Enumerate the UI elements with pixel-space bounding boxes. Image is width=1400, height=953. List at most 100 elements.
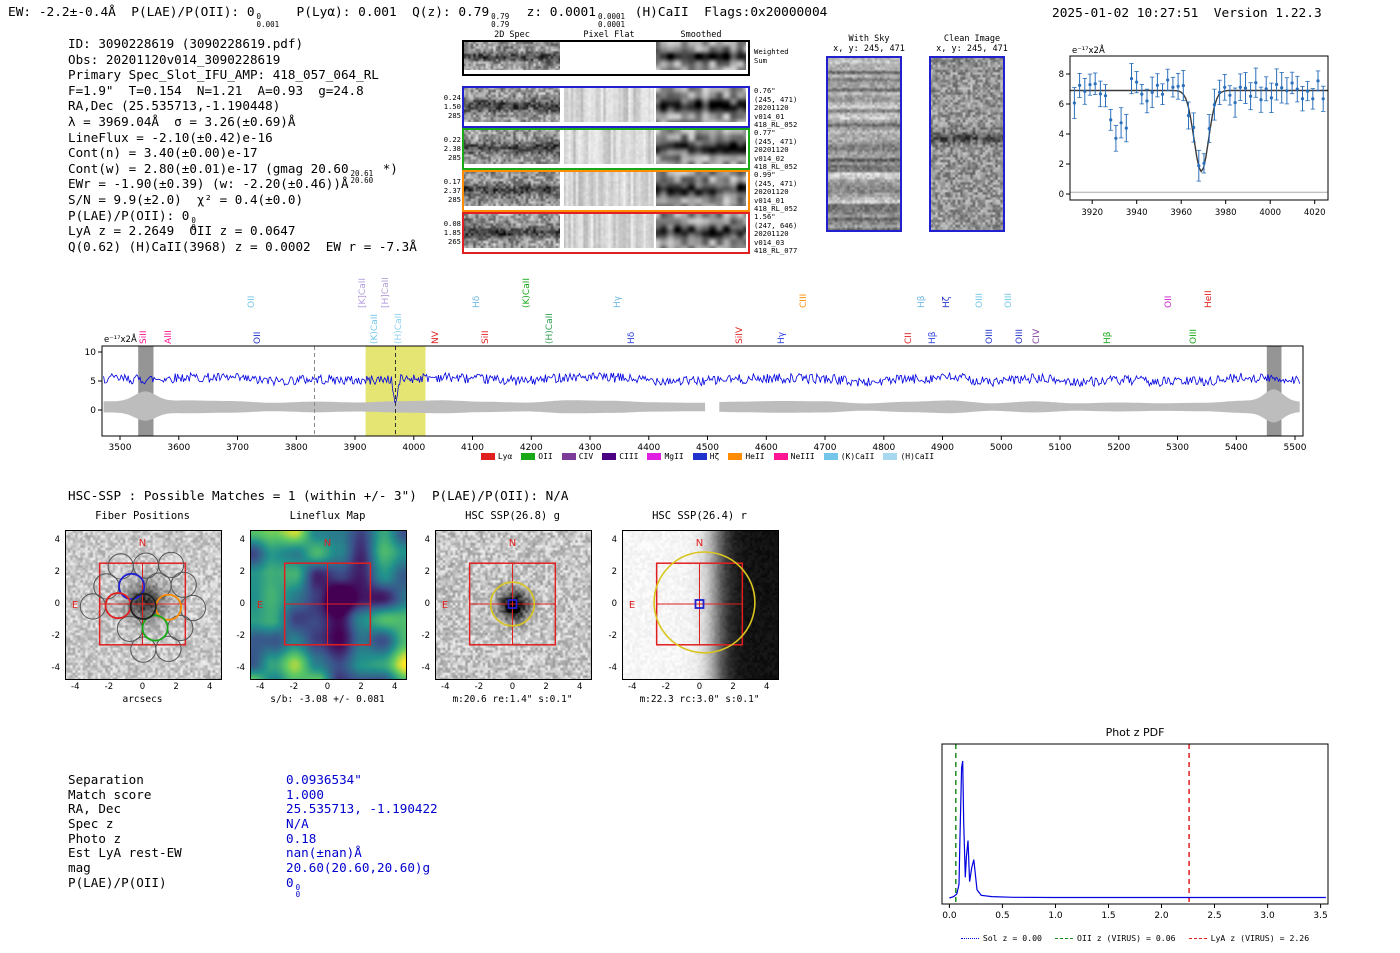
spectral-line-label: Hβ — [917, 295, 928, 308]
spectral-line-label: OII — [247, 295, 258, 308]
fraction-stack: 20.61 20.60 — [351, 170, 374, 185]
svg-text:3980: 3980 — [1215, 208, 1237, 218]
fraction-bottom: 0.0001 — [597, 19, 626, 29]
spectral-line-label: SiII — [481, 330, 492, 344]
cutout-column-title: 2D Spec — [494, 30, 530, 40]
match-row-label: mag — [68, 860, 91, 876]
spectral-line-label: AlII — [164, 330, 174, 344]
x-tick-label: 0 — [696, 682, 703, 692]
cutout-row-metrics: 0.17 2.37 285 — [440, 177, 461, 204]
x-tick-label: 2 — [543, 682, 549, 692]
match-table: Separation 0.0936534" Match score 1.000 RA, … — [68, 772, 438, 898]
y-tick-label: -2 — [51, 631, 60, 641]
spec2d-cutout-grid: 2D Spec Pixel Flat Smoothed Weighted Sum 0.24… — [440, 28, 810, 268]
photz-legend-line — [960, 937, 979, 939]
y-tick-label: -4 — [421, 663, 430, 673]
legend-label: Lyα — [497, 452, 513, 461]
svg-text:3.0: 3.0 — [1260, 911, 1275, 921]
spectral-line-label: Hγ — [613, 295, 624, 308]
y-tick-label: 0 — [54, 599, 60, 609]
match-row-label: Match score — [68, 786, 152, 802]
text-segment: P(Lyα): 0.001 Q(z): 0.79 — [281, 5, 490, 20]
legend-label: HeII — [745, 452, 765, 461]
y-tick-label: 0 — [611, 599, 617, 609]
legend-label: CIII — [619, 452, 639, 461]
x-tick-label: -2 — [474, 682, 484, 692]
legend-item: Lyα — [480, 452, 513, 461]
clean-image — [929, 56, 1005, 232]
cutout-row-info: 0.99" (245, 471) 20201120 v014_01 418_RL_052 — [754, 170, 797, 214]
info-line: ID: 3090228619 (3090228619.pdf) — [68, 36, 417, 52]
spectral-line-label: [H]CaII — [381, 277, 392, 308]
svg-text:e⁻¹⁷x2Å: e⁻¹⁷x2Å — [104, 333, 137, 345]
legend-swatch — [521, 453, 536, 460]
hsc-matches-header: HSC-SSP : Possible Matches = 1 (within +… — [68, 488, 569, 503]
x-tick-label: 4 — [763, 682, 770, 692]
svg-text:0: 0 — [1059, 190, 1064, 200]
match-row-value: nan(±nan)Å — [286, 845, 362, 861]
match-row-label: RA, Dec — [68, 801, 122, 817]
photz-legend-label: LyA z (VIRUS) = 2.26 — [1210, 933, 1310, 943]
text-segment: Q(0.62) (H)CaII(3968) z = 0.0002 EW r = … — [68, 238, 417, 254]
text-segment: Cont(w) = 2.80(±0.01)e-17 (gmag 20.60 — [68, 160, 349, 176]
clean-image-title: Clean Image — [943, 34, 1001, 44]
photz-legend-line — [1054, 937, 1073, 939]
cutout-row-info: Weighted Sum — [754, 47, 789, 65]
match-row-value: 25.535713, -1.190422 — [286, 801, 438, 817]
legend-item: Hζ — [692, 452, 719, 461]
spectral-line-label: SiII — [138, 330, 149, 344]
cutout-strip-smooth — [656, 214, 746, 248]
x-tick-label: 2 — [173, 682, 179, 692]
text-segment: (H)CaII Flags:0x20000004 — [627, 5, 828, 20]
info-line: λ = 3969.04Å σ = 3.26(±0.69)Å — [68, 114, 417, 130]
cutout-strip-smooth — [656, 42, 746, 70]
panel-overlay-svg: NE — [629, 538, 756, 654]
svg-text:2: 2 — [1059, 160, 1064, 170]
info-line-small: Sum — [754, 55, 767, 65]
info-line: Cont(n) = 3.40(±0.00)e-17 — [68, 145, 417, 161]
fraction-stack: 0 0.001 — [257, 13, 280, 28]
legend-swatch — [823, 453, 838, 460]
cutout-strip-spec2d — [464, 130, 560, 164]
clean-image-panel: Clean Image x, y: 245, 471 — [929, 34, 1015, 232]
cutout-row-metrics: 0.08 1.85 265 — [440, 219, 461, 246]
metric-line: 285 — [448, 195, 461, 204]
y-tick-label: -2 — [421, 631, 430, 641]
y-tick-label: 4 — [239, 535, 245, 545]
metric-line: 1.85 — [443, 228, 461, 237]
cutout-column-title: Pixel Flat — [583, 30, 635, 40]
fraction-stack: 0.79 0.79 — [491, 13, 509, 28]
spectral-line-label: CII — [904, 332, 915, 344]
svg-text:e⁻¹⁷x2Å: e⁻¹⁷x2Å — [1072, 44, 1105, 56]
text-segment: Cont(n) = 3.40(±0.00)e-17 — [68, 145, 258, 161]
panel-overlay: NE — [622, 530, 777, 682]
panel-overlay: NE — [435, 530, 590, 682]
match-row-label: P(LAE)/P(OII) — [68, 874, 167, 890]
match-row-label: Est LyA rest-EW — [68, 845, 182, 861]
y-tick-label: 4 — [424, 535, 430, 545]
svg-text:E: E — [72, 600, 78, 611]
metric-line: 0.24 — [443, 93, 461, 102]
with-sky-image — [826, 56, 902, 232]
x-tick-label: 0 — [139, 682, 146, 692]
x-tick-label: -4 — [628, 682, 637, 692]
metric-line: 285 — [448, 111, 461, 120]
legend-label: OII — [538, 452, 553, 461]
spectral-line-label: OII — [253, 331, 264, 344]
text-segment: F=1.9" T=0.154 N=1.21 A=0.93 g=24.8 — [68, 82, 364, 98]
cutout-strip-spec2d — [464, 42, 560, 70]
photz-legend-item: OII z (VIRUS) = 0.06 — [1054, 933, 1176, 943]
metric-line: 2.37 — [443, 186, 461, 195]
cutout-row-metrics: 0.22 2.38 285 — [440, 135, 461, 162]
cutout-strip-smooth — [656, 88, 746, 122]
cutout-strip-flat — [564, 130, 654, 164]
info-line: P(LAE)/P(OII): 000 — [68, 208, 417, 232]
legend-swatch — [728, 453, 743, 460]
line-fit-svg: 3920 3940 3960 3980 4000 4020 0 2 4 6 8 e⁻¹⁷x2Å — [1059, 44, 1329, 218]
cutout-strip-spec2d — [464, 214, 560, 248]
text-segment: LyA z = 2.2649 OII z = 0.0647 — [68, 223, 296, 239]
svg-text:0.5: 0.5 — [995, 911, 1009, 921]
spectral-line-label: OII — [1163, 295, 1174, 308]
x-tick-label: -4 — [256, 682, 265, 692]
x-tick-label: -4 — [441, 682, 450, 692]
